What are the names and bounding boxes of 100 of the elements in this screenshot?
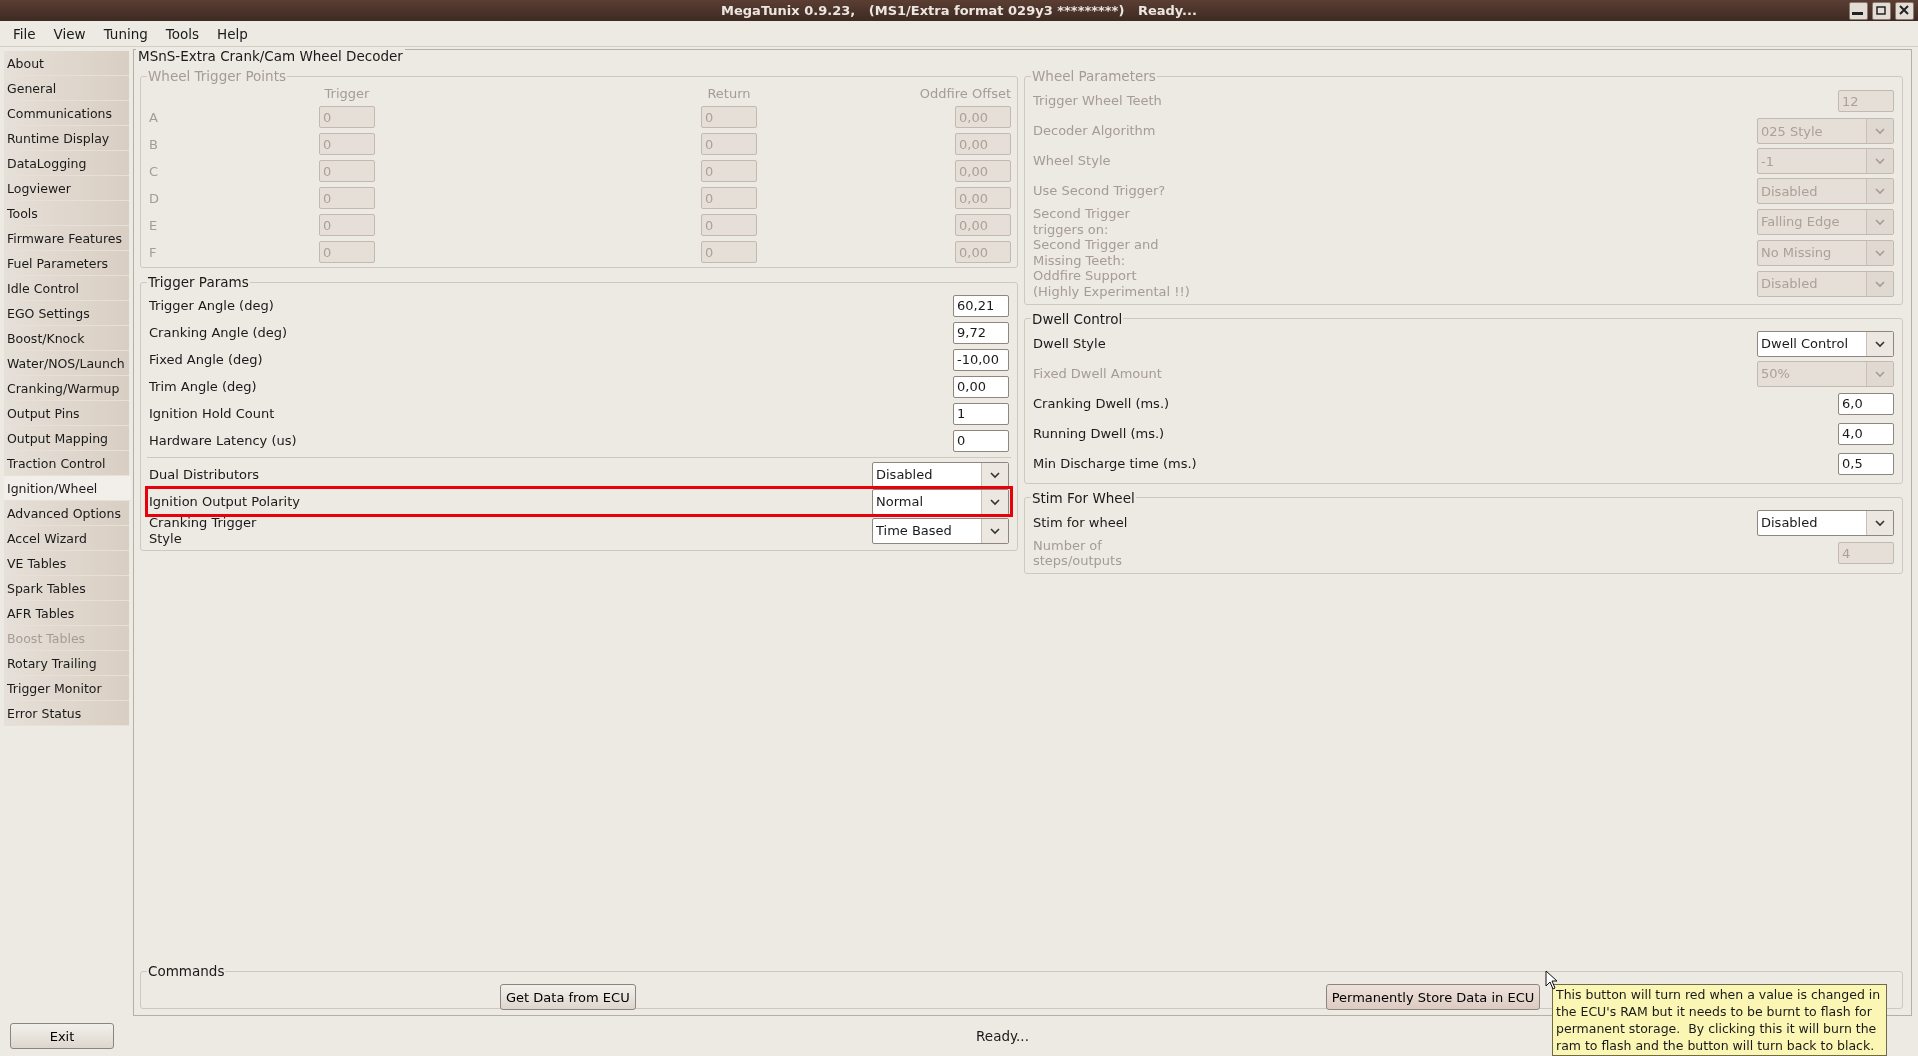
- dropdown[interactable]: Disabled: [872, 461, 1009, 488]
- tooltip: This button will turn red when a value is changed in the ECU's RAM but it needs to be burnt to flash for permanent storage. By clicking this it will burn the ram to flash and the button will turn back to black.: [1552, 984, 1888, 1056]
- input-field[interactable]: 60,21: [953, 294, 1009, 317]
- field-label: Decoder Algorithm: [1033, 123, 1156, 139]
- menu-item[interactable]: Help: [208, 23, 257, 44]
- sidebar-item[interactable]: Water/NOS/Launch: [4, 351, 129, 376]
- mouse-cursor-icon: [1545, 970, 1558, 990]
- chevron-down-icon: [989, 497, 1001, 506]
- sidebar-item[interactable]: Rotary Trailing: [4, 651, 129, 676]
- column-header: Return: [706, 86, 752, 101]
- group-title: Dwell Control: [1031, 310, 1124, 327]
- sidebar-item[interactable]: Accel Wizard: [4, 526, 129, 551]
- minimize-button[interactable]: [1849, 2, 1868, 20]
- field-label: Running Dwell (ms.): [1033, 425, 1165, 442]
- sidebar-item[interactable]: About: [4, 51, 129, 76]
- sidebar-item[interactable]: Boost/Knock: [4, 326, 129, 351]
- field-label: Cranking Dwell (ms.): [1033, 395, 1170, 412]
- sidebar-item[interactable]: Fuel Parameters: [4, 251, 129, 276]
- dropdown[interactable]: Disabled: [1757, 509, 1894, 536]
- field-label: Stim for wheel: [1033, 514, 1128, 531]
- menu-item[interactable]: Tools: [156, 23, 209, 44]
- input-field[interactable]: 0,5: [1838, 452, 1894, 475]
- menu-item[interactable]: View: [44, 23, 95, 44]
- group-title: Trigger Params: [147, 274, 250, 290]
- column-header: Oddfire Offset: [918, 86, 1011, 101]
- input-field[interactable]: -10,00: [953, 348, 1009, 371]
- menu-item[interactable]: File: [4, 23, 45, 44]
- sidebar-item[interactable]: Logviewer: [4, 176, 129, 201]
- field-label: Oddfire Support (Highly Experimental !!): [1033, 268, 1190, 300]
- sidebar-item[interactable]: EGO Settings: [4, 301, 129, 326]
- command-button[interactable]: Get Data from ECU: [500, 984, 636, 1010]
- sidebar-item[interactable]: Runtime Display: [4, 126, 129, 151]
- row-label: C: [148, 163, 160, 179]
- chevron-down-icon: [1874, 248, 1886, 257]
- maximize-button[interactable]: [1872, 2, 1891, 20]
- chevron-down-icon: [1874, 339, 1886, 348]
- column-header: Trigger: [323, 86, 371, 101]
- command-button[interactable]: Permanently Store Data in ECU: [1325, 984, 1541, 1010]
- sidebar-item[interactable]: Output Mapping: [4, 426, 129, 451]
- field-label: Use Second Trigger?: [1033, 183, 1166, 199]
- status-text: Ready...: [976, 1028, 1029, 1044]
- sidebar-item[interactable]: VE Tables: [4, 551, 129, 576]
- field-label: Dual Distributors: [149, 466, 260, 483]
- menu-item[interactable]: Tuning: [94, 23, 157, 44]
- frame-title: MSnS-Extra Crank/Cam Wheel Decoder: [136, 48, 405, 64]
- sidebar-item[interactable]: Ignition/Wheel: [4, 476, 131, 501]
- field-label: Hardware Latency (us): [149, 432, 297, 449]
- input-field[interactable]: 6,0: [1838, 392, 1894, 415]
- row-label: B: [148, 136, 159, 152]
- sidebar-item[interactable]: General: [4, 76, 129, 101]
- field-label: Cranking Angle (deg): [149, 324, 288, 341]
- field-label: Dwell Style: [1033, 335, 1106, 352]
- field-label: Trigger Wheel Teeth: [1033, 93, 1162, 109]
- field-label: Ignition Output Polarity: [149, 493, 300, 510]
- sidebar-item[interactable]: AFR Tables: [4, 601, 129, 626]
- dropdown[interactable]: Time Based: [872, 517, 1009, 544]
- row-label: F: [148, 244, 158, 260]
- field-label: Number of steps/outputs: [1033, 537, 1122, 569]
- field-label: Second Trigger triggers on:: [1033, 206, 1130, 238]
- sidebar-item[interactable]: Output Pins: [4, 401, 129, 426]
- chevron-down-icon: [1874, 127, 1886, 135]
- chevron-down-icon: [1874, 518, 1886, 527]
- row-label: E: [148, 217, 159, 233]
- sidebar-item[interactable]: Firmware Features: [4, 226, 129, 251]
- field-label: Second Trigger and Missing Teeth:: [1033, 237, 1159, 269]
- input-field[interactable]: 9,72: [953, 321, 1009, 344]
- exit-button[interactable]: Exit: [10, 1023, 114, 1049]
- sidebar-item[interactable]: Trigger Monitor: [4, 676, 129, 701]
- group-title: Wheel Parameters: [1031, 68, 1157, 84]
- input-field[interactable]: 0: [953, 429, 1009, 452]
- dropdown[interactable]: Normal: [872, 488, 1009, 515]
- row-label: D: [148, 190, 160, 206]
- close-button[interactable]: [1895, 2, 1914, 20]
- sidebar-item[interactable]: Idle Control: [4, 276, 129, 301]
- row-label: A: [148, 109, 159, 125]
- group-title: Stim For Wheel: [1031, 489, 1136, 506]
- sidebar-item[interactable]: Advanced Options: [4, 501, 129, 526]
- chevron-down-icon: [1874, 157, 1886, 165]
- sidebar-item[interactable]: Traction Control: [4, 451, 129, 476]
- sidebar-item[interactable]: Communications: [4, 101, 129, 126]
- chevron-down-icon: [1874, 369, 1886, 378]
- input-field[interactable]: 1: [953, 402, 1009, 425]
- field-label: Cranking Trigger Style: [149, 515, 257, 547]
- sidebar-item[interactable]: Cranking/Warmup: [4, 376, 129, 401]
- dropdown[interactable]: Dwell Control: [1757, 330, 1894, 357]
- field-label: Ignition Hold Count: [149, 405, 275, 422]
- sidebar-item[interactable]: Error Status: [4, 701, 129, 726]
- sidebar-item[interactable]: Tools: [4, 201, 129, 226]
- field-label: Fixed Dwell Amount: [1033, 365, 1162, 382]
- sidebar-item[interactable]: DataLogging: [4, 151, 129, 176]
- chevron-down-icon: [989, 526, 1001, 535]
- field-label: Wheel Style: [1033, 153, 1111, 169]
- maximize-icon: [1873, 3, 1888, 17]
- minimize-icon: [1850, 12, 1865, 15]
- chevron-down-icon: [1874, 279, 1886, 288]
- chevron-down-icon: [989, 470, 1001, 479]
- input-field[interactable]: 4,0: [1838, 422, 1894, 445]
- field-label: Trigger Angle (deg): [149, 297, 274, 314]
- sidebar-item[interactable]: Spark Tables: [4, 576, 129, 601]
- input-field[interactable]: 0,00: [953, 375, 1009, 398]
